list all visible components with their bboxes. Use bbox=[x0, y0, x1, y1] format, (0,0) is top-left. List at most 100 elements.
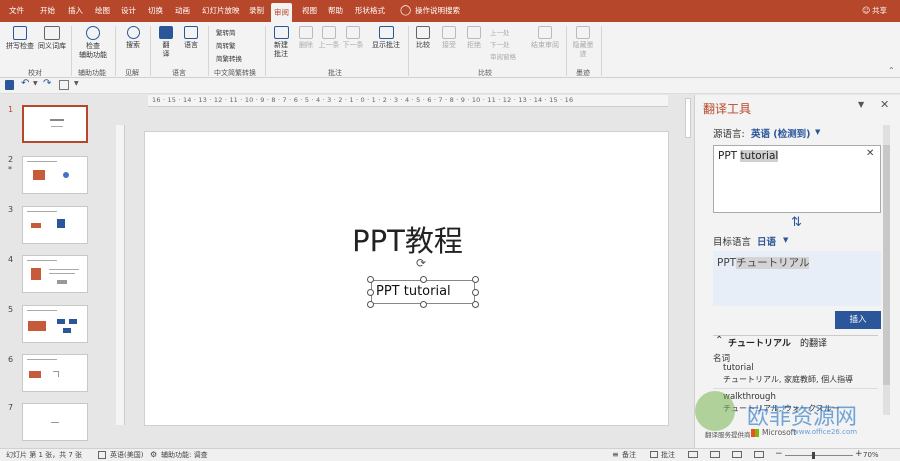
source-text-field[interactable]: PPT tutorial ✕ bbox=[713, 145, 881, 213]
next-comment-button[interactable]: 下一条 bbox=[342, 26, 364, 50]
swap-languages-icon[interactable]: ⇅ bbox=[791, 215, 802, 230]
watermark-url: www.office26.com bbox=[793, 428, 858, 436]
tab-home[interactable]: 开始 bbox=[40, 0, 55, 22]
vertical-ruler bbox=[116, 125, 125, 425]
reading-view-icon[interactable] bbox=[732, 451, 742, 458]
tab-help[interactable]: 帮助 bbox=[328, 0, 343, 22]
end-review-button[interactable]: 结束审阅 bbox=[530, 26, 560, 50]
comments-button[interactable]: 批注 bbox=[661, 449, 675, 461]
collapse-ribbon-icon[interactable]: ⌃ bbox=[888, 66, 895, 75]
slide-canvas[interactable]: PPT教程 PPT tutorial ⟳ bbox=[144, 131, 669, 426]
slide-title[interactable]: PPT教程 bbox=[145, 218, 670, 260]
tab-design[interactable]: 设计 bbox=[121, 0, 136, 22]
resize-handle[interactable] bbox=[367, 289, 374, 296]
slide-subtitle[interactable]: PPT tutorial bbox=[376, 284, 451, 299]
clear-text-icon[interactable]: ✕ bbox=[866, 148, 874, 159]
slide-sorter-icon[interactable] bbox=[710, 451, 720, 458]
accessibility-status[interactable]: 辅助功能: 调查 bbox=[161, 449, 208, 461]
resize-handle[interactable] bbox=[472, 276, 479, 283]
undo-icon[interactable]: ↶ bbox=[21, 78, 29, 89]
proofing-status-icon[interactable] bbox=[98, 451, 106, 459]
resize-handle[interactable] bbox=[420, 276, 427, 283]
delete-comment-button[interactable]: 删除 bbox=[296, 26, 316, 50]
presentation-icon[interactable] bbox=[59, 80, 69, 90]
tab-animations[interactable]: 动画 bbox=[175, 0, 190, 22]
zoom-slider-thumb[interactable] bbox=[812, 452, 815, 459]
resize-handle[interactable] bbox=[367, 301, 374, 308]
tell-me-search[interactable]: 操作说明搜索 bbox=[415, 0, 460, 22]
smart-lookup-button[interactable]: 搜索 bbox=[122, 26, 144, 50]
next-comment-icon bbox=[346, 26, 360, 39]
tab-insert[interactable]: 插入 bbox=[68, 0, 83, 22]
target-language-select[interactable]: 日语 bbox=[757, 234, 776, 248]
slide-thumbnail-1[interactable] bbox=[22, 105, 88, 143]
zoom-slider[interactable] bbox=[785, 455, 853, 456]
zoom-out-icon[interactable]: − bbox=[775, 448, 783, 460]
save-icon[interactable] bbox=[5, 80, 14, 90]
previous-change-button[interactable]: 上一处 bbox=[490, 27, 510, 37]
dictionary-heading-word: チュートリアル bbox=[728, 339, 791, 349]
language-status[interactable]: 英语(美国) bbox=[110, 449, 143, 461]
spell-check-button[interactable]: 拼写检查 bbox=[5, 26, 35, 51]
share-button[interactable]: 共享 bbox=[872, 0, 887, 22]
normal-view-icon[interactable] bbox=[688, 451, 698, 458]
group-label-compare: 比较 bbox=[478, 69, 492, 77]
notes-button[interactable]: 备注 bbox=[622, 449, 636, 461]
resize-handle[interactable] bbox=[472, 289, 479, 296]
chevron-down-icon[interactable]: ▼ bbox=[815, 128, 820, 136]
slide-thumbnail-6[interactable] bbox=[22, 354, 88, 392]
tab-transitions[interactable]: 切换 bbox=[148, 0, 163, 22]
chevron-down-icon[interactable]: ▼ bbox=[783, 236, 788, 244]
tab-file[interactable]: 文件 bbox=[9, 0, 24, 22]
translate-button[interactable]: 翻 译 bbox=[155, 26, 177, 59]
accept-button[interactable]: 接受 bbox=[439, 26, 459, 50]
accessibility-icon bbox=[86, 26, 100, 40]
new-comment-button[interactable]: 新建 批注 bbox=[269, 26, 293, 59]
chinese-convert-button[interactable]: 简繁转换 bbox=[216, 53, 242, 63]
slide-thumbnail-5[interactable] bbox=[22, 305, 88, 343]
language-button[interactable]: 语言 bbox=[180, 26, 202, 50]
resize-handle[interactable] bbox=[420, 301, 427, 308]
resize-handle[interactable] bbox=[367, 276, 374, 283]
slide-thumbnail-4[interactable] bbox=[22, 255, 88, 293]
undo-dropdown-icon[interactable]: ▼ bbox=[33, 80, 38, 87]
source-language-select[interactable]: 英语 (检测到) bbox=[751, 126, 811, 140]
hide-ink-button[interactable]: 隐藏墨 迹 bbox=[570, 26, 596, 59]
resize-handle[interactable] bbox=[472, 301, 479, 308]
reviewing-pane-button[interactable]: 审阅窗格 bbox=[490, 51, 516, 61]
close-icon[interactable]: ✕ bbox=[880, 98, 889, 111]
watermark-logo-icon bbox=[695, 391, 735, 431]
slideshow-icon[interactable] bbox=[754, 451, 764, 458]
next-change-button[interactable]: 下一处 bbox=[490, 39, 510, 49]
show-comments-button[interactable]: 显示批注 bbox=[371, 26, 401, 50]
group-label-comments: 批注 bbox=[328, 69, 342, 77]
reject-button[interactable]: 拒绝 bbox=[464, 26, 484, 50]
slide-thumbnail-3[interactable] bbox=[22, 206, 88, 244]
zoom-level[interactable]: 70% bbox=[863, 449, 879, 461]
check-accessibility-button[interactable]: 检查 辅助功能 bbox=[76, 26, 110, 60]
compare-button[interactable]: 比较 bbox=[413, 26, 433, 50]
rotate-handle-icon[interactable]: ⟳ bbox=[416, 256, 426, 270]
redo-icon[interactable]: ↷ bbox=[43, 78, 51, 89]
slide-thumbnail-7[interactable] bbox=[22, 403, 88, 441]
to-simplified-button[interactable]: 简转繁 bbox=[216, 40, 236, 50]
tab-record[interactable]: 录制 bbox=[249, 0, 264, 22]
to-traditional-button[interactable]: 繁转简 bbox=[216, 27, 236, 37]
previous-comment-button[interactable]: 上一条 bbox=[318, 26, 340, 50]
slide-thumbnail-2[interactable] bbox=[22, 156, 88, 194]
pane-options-icon[interactable]: ▼ bbox=[858, 100, 864, 109]
customize-toolbar-icon[interactable]: ▼ bbox=[74, 80, 79, 87]
chevron-up-icon[interactable]: ⌃ bbox=[715, 335, 723, 346]
thesaurus-button[interactable]: 同义词库 bbox=[37, 26, 67, 51]
pane-scrollbar[interactable] bbox=[883, 125, 890, 415]
translation-text: PPTチュートリアル bbox=[717, 257, 810, 269]
person-icon: ☺ bbox=[862, 6, 871, 15]
tab-view[interactable]: 视图 bbox=[302, 0, 317, 22]
zoom-in-icon[interactable]: + bbox=[855, 448, 863, 460]
tab-review[interactable]: 审阅 bbox=[271, 3, 292, 22]
vertical-scrollbar-thumb[interactable] bbox=[685, 98, 691, 138]
tab-slideshow[interactable]: 幻灯片放映 bbox=[202, 0, 240, 22]
insert-button[interactable]: 插入 bbox=[835, 311, 881, 329]
tab-draw[interactable]: 绘图 bbox=[95, 0, 110, 22]
tab-shape-format[interactable]: 形状格式 bbox=[355, 0, 385, 22]
